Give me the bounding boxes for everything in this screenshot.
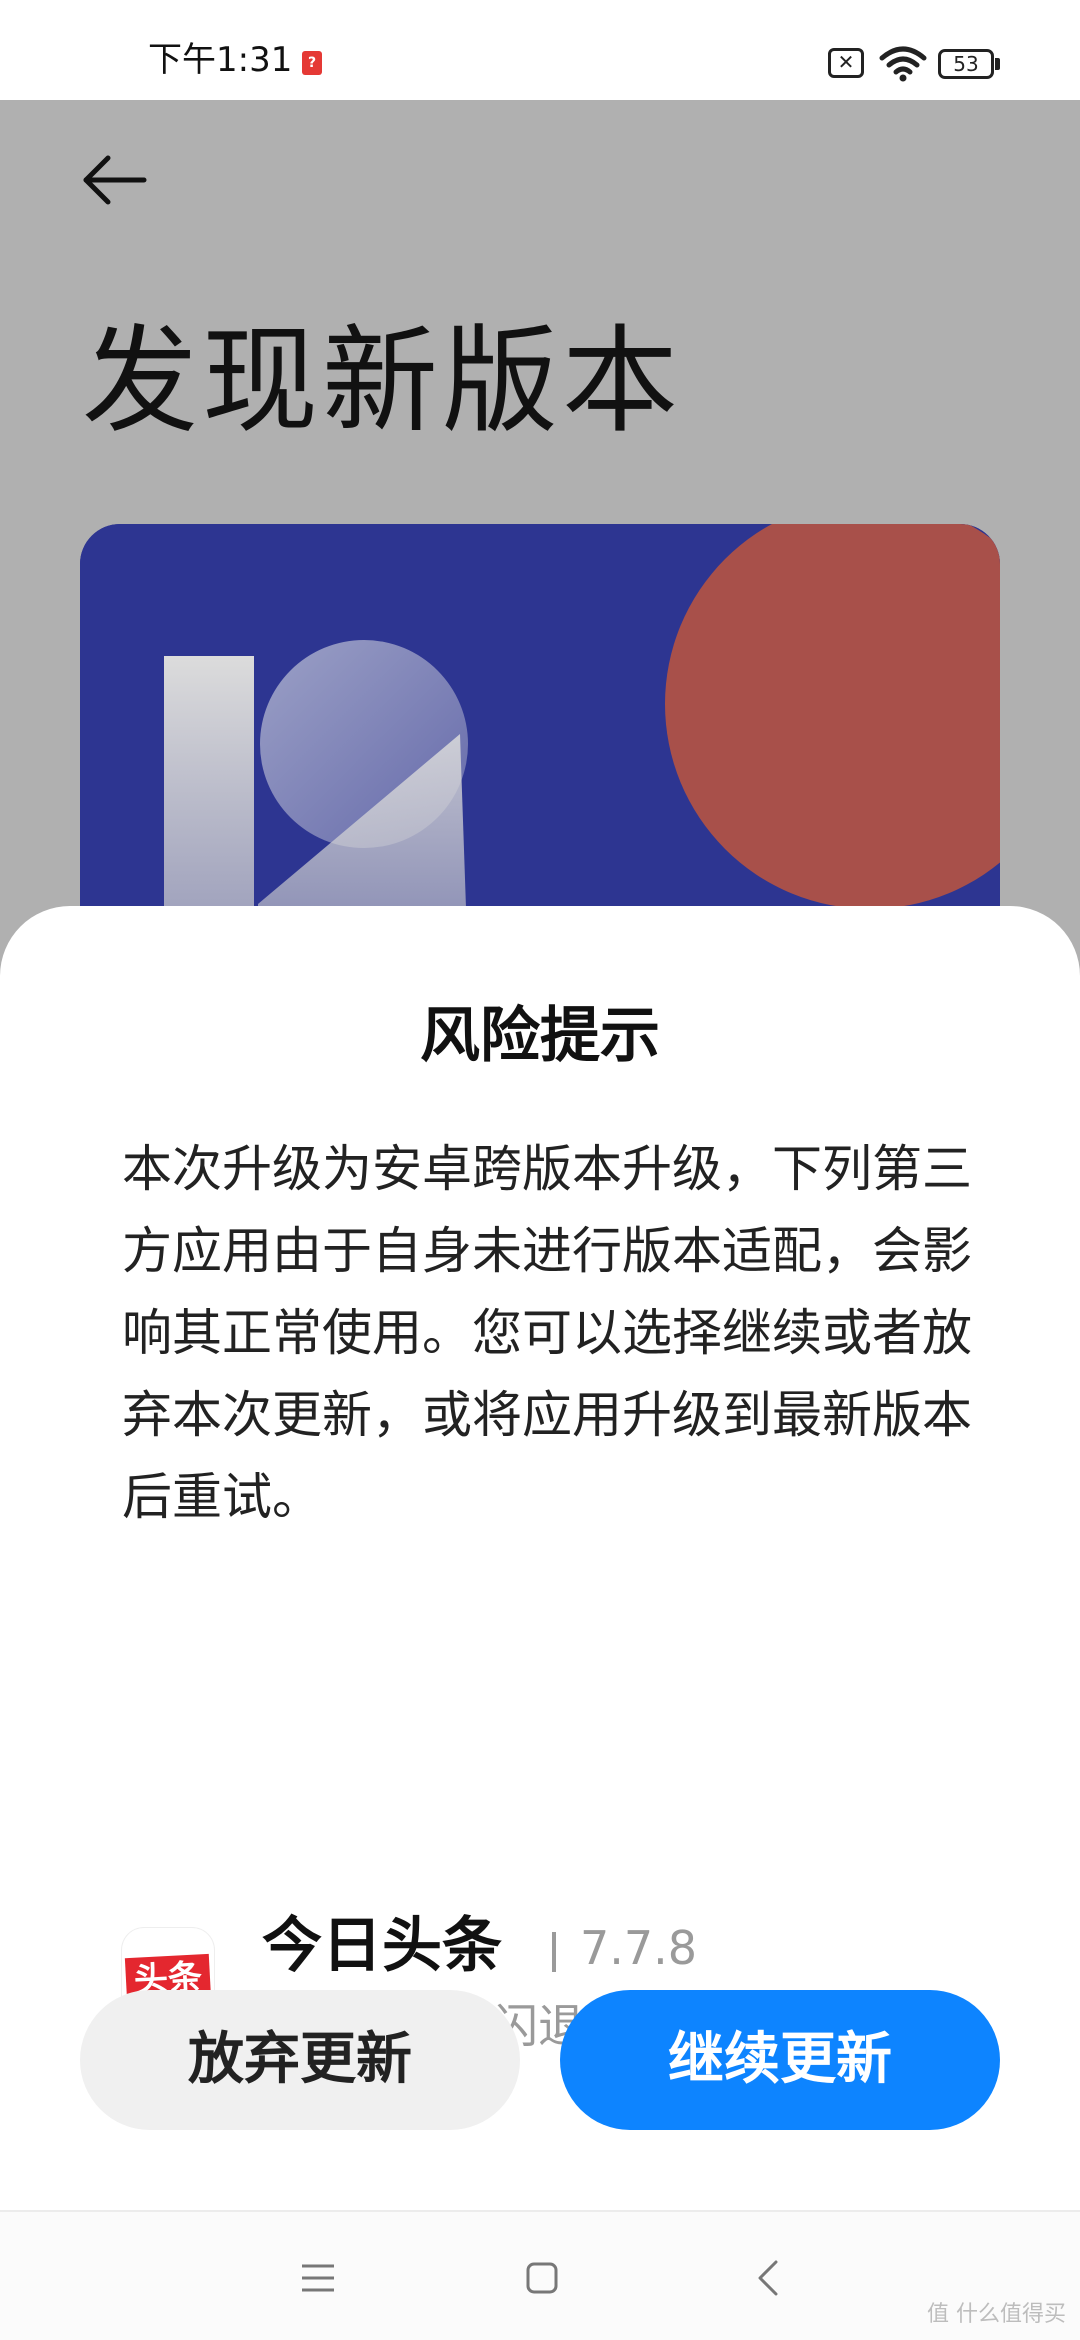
divider xyxy=(552,1932,556,1972)
back-arrow-icon[interactable] xyxy=(82,150,148,210)
cancel-update-button[interactable]: 放弃更新 xyxy=(80,1990,520,2130)
battery-level: 53 xyxy=(938,49,994,79)
wifi-icon xyxy=(879,46,927,82)
risk-dialog: 风险提示 本次升级为安卓跨版本升级，下列第三方应用由于自身未进行版本适配，会影响… xyxy=(0,906,1080,2210)
watermark: 值 什么值得买 xyxy=(927,2302,1066,2327)
status-bar: 下午1:31 ? ✕ 53 xyxy=(0,0,1080,100)
status-time: 下午1:31 xyxy=(148,40,293,80)
app-name: 今日头条 xyxy=(262,1911,502,1981)
page-title: 发现新版本 xyxy=(82,314,682,449)
app-version: 7.7.8 xyxy=(580,1921,698,1975)
back-icon[interactable] xyxy=(756,2260,780,2296)
dialog-message: 本次升级为安卓跨版本升级，下列第三方应用由于自身未进行版本适配，会影响其正常使用… xyxy=(122,1140,972,1526)
sim-icon: ✕ xyxy=(828,48,864,78)
menu-icon[interactable] xyxy=(300,2262,336,2294)
notification-icon: ? xyxy=(302,51,322,75)
dialog-title: 风险提示 xyxy=(420,1001,660,1071)
home-icon[interactable] xyxy=(526,2262,558,2294)
navigation-bar: 值 什么值得买 xyxy=(0,2210,1080,2340)
continue-update-button[interactable]: 继续更新 xyxy=(560,1990,1000,2130)
battery-icon: 53 xyxy=(938,49,1000,79)
